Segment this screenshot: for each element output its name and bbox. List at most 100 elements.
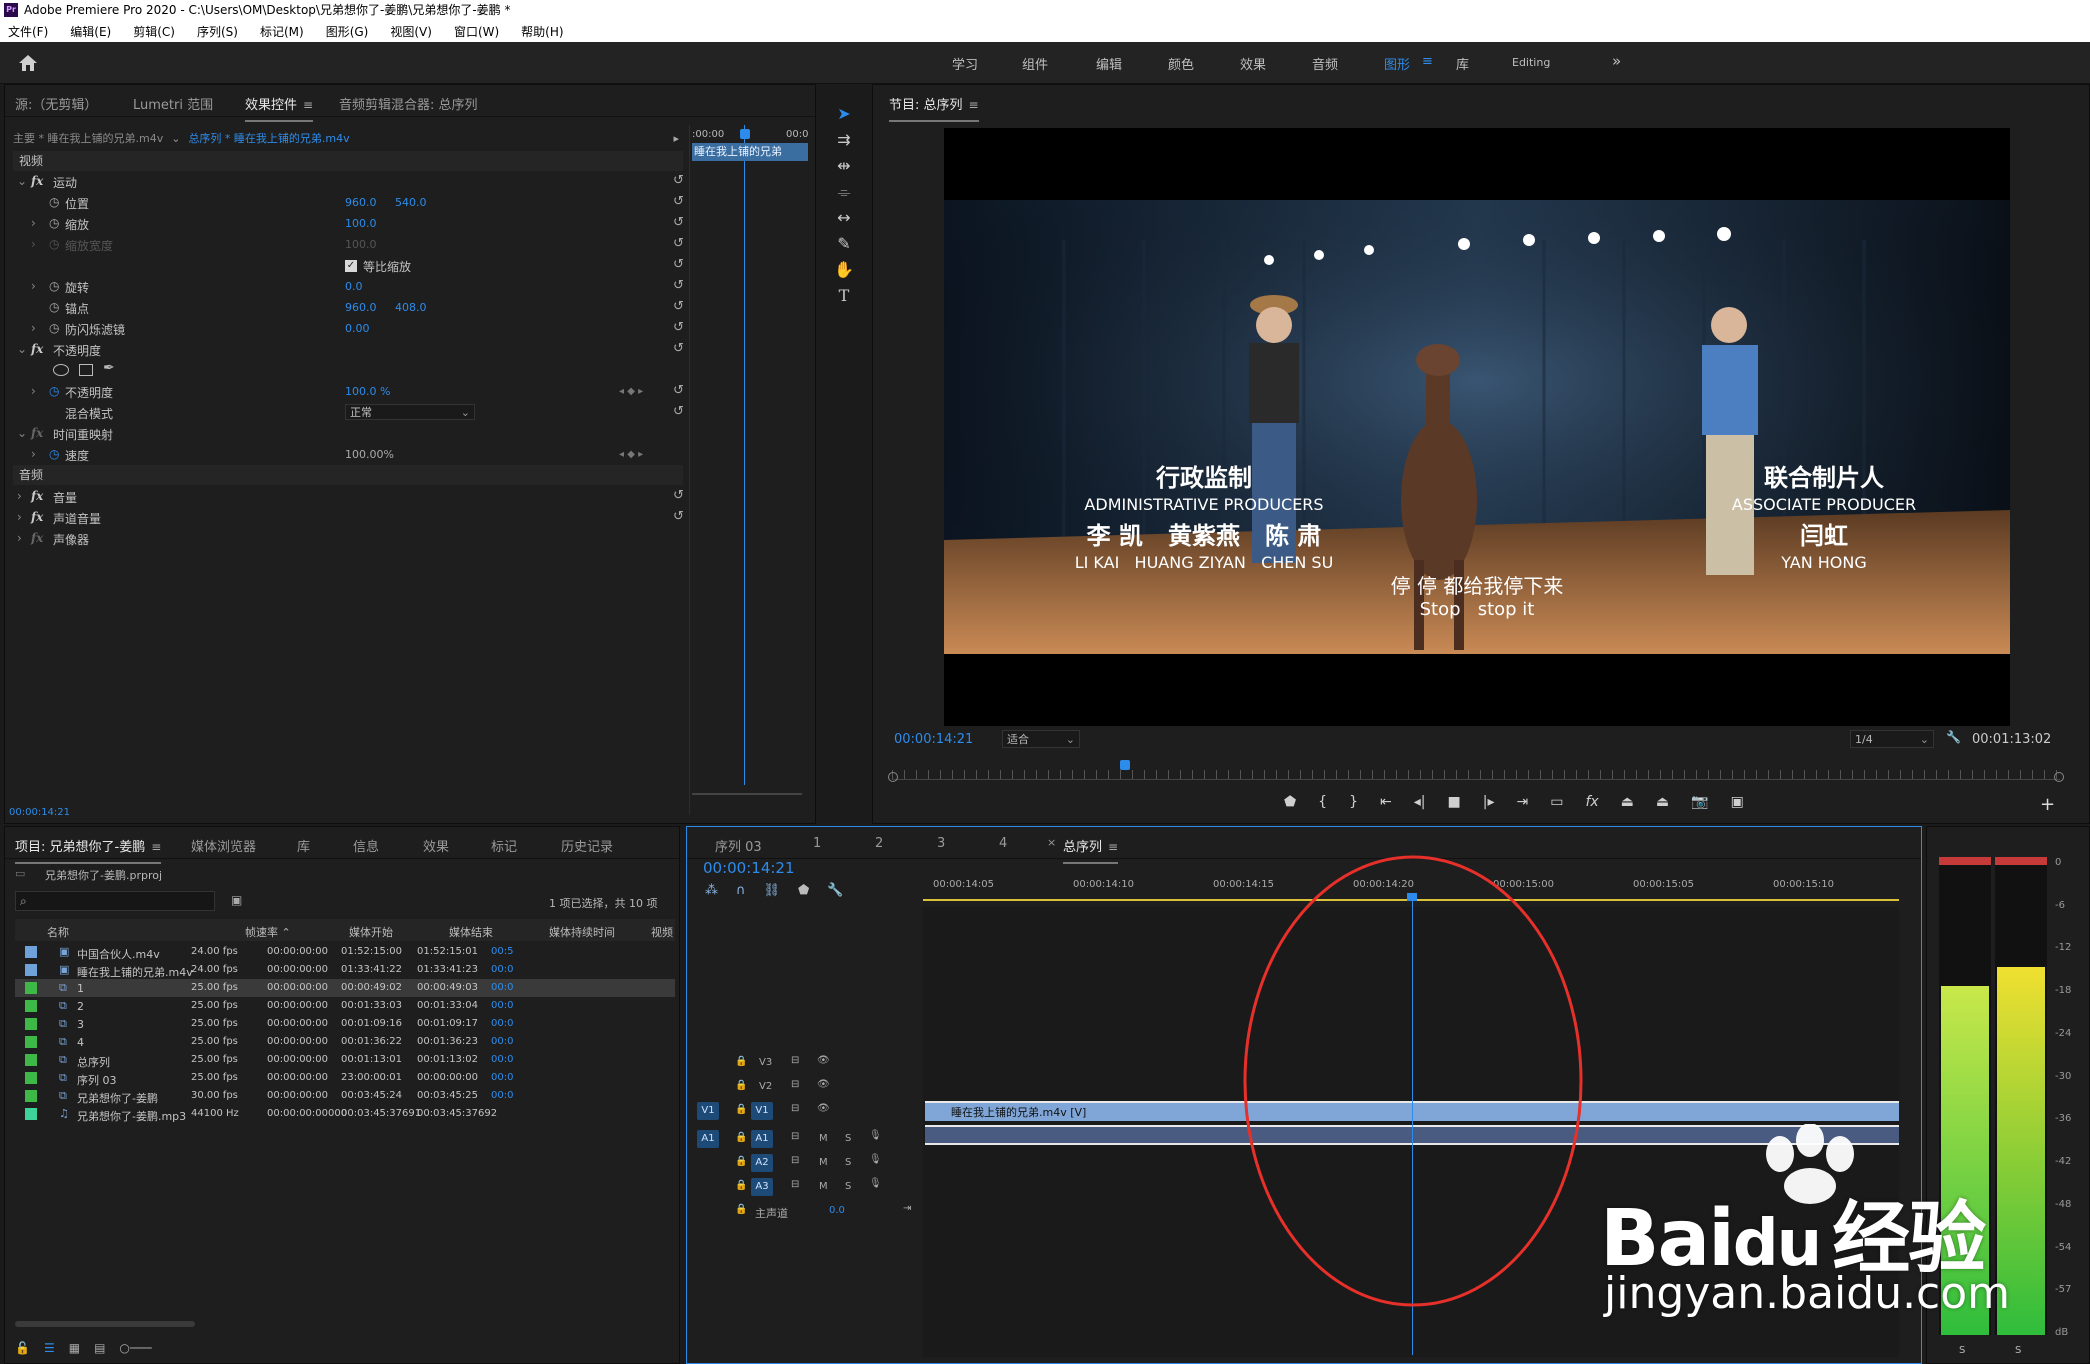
tab-media-browser[interactable]: 媒体浏览器 (191, 836, 256, 855)
fx-icon[interactable]: fx (31, 489, 43, 503)
volume-row[interactable]: › fx 音量 ↺ (13, 486, 684, 507)
menu-sequence[interactable]: 序列(S) (195, 23, 240, 40)
lock-icon[interactable]: 🔒 (735, 1056, 747, 1067)
label-color-swatch[interactable] (25, 1108, 37, 1120)
scale-row[interactable]: › ◷ 缩放 100.0 ↺ (13, 213, 684, 234)
more-workspaces-button[interactable]: » (1612, 52, 1621, 70)
stop-icon[interactable]: ■ (1448, 794, 1461, 810)
col-fps[interactable]: 帧速率 ⌃ (245, 924, 291, 940)
tab-effect-controls[interactable]: 效果控件 ≡ (245, 94, 314, 122)
menu-window[interactable]: 窗口(W) (452, 23, 501, 40)
snap-icon[interactable]: ∩ (736, 883, 746, 898)
pen-tool-icon[interactable]: ✎ (834, 234, 854, 254)
expand-icon[interactable]: › (31, 447, 36, 461)
stopwatch-icon[interactable]: ◷ (49, 384, 59, 398)
reset-icon[interactable]: ↺ (673, 383, 684, 398)
col-video[interactable]: 视频 (651, 924, 673, 940)
stopwatch-icon[interactable]: ◷ (49, 447, 59, 461)
icon-view-icon[interactable]: ▦ (69, 1341, 80, 1355)
solo-button[interactable]: S (845, 1181, 851, 1192)
col-media-start[interactable]: 媒体开始 (349, 924, 393, 940)
expand-icon[interactable]: › (31, 321, 36, 335)
reset-icon[interactable]: ↺ (673, 194, 684, 209)
menu-file[interactable]: 文件(F) (6, 23, 50, 40)
project-row[interactable]: ⧉ 兄弟想你了-姜鹏 30.00 fps 00:00:00:00 00:03:45:24… (15, 1087, 675, 1105)
home-icon[interactable] (18, 54, 38, 72)
mini-playhead-handle[interactable] (740, 129, 750, 139)
lock-icon[interactable]: 🔒 (735, 1180, 747, 1191)
tab-source[interactable]: 源:（无剪辑） (15, 94, 97, 113)
master-clip-label[interactable]: 主要 * 睡在我上铺的兄弟.m4v (13, 130, 163, 146)
position-x-value[interactable]: 960.0 (345, 196, 377, 209)
flicker-value[interactable]: 0.00 (345, 322, 370, 335)
tab-sequence-1[interactable]: 1 (813, 836, 821, 851)
pen-mask-icon[interactable]: ✒ (103, 360, 115, 376)
keyframe-nav-icon[interactable]: ◂ ◆ ▸ (619, 449, 643, 460)
step-forward-icon[interactable]: |▸ (1483, 794, 1495, 810)
workspace-menu-icon[interactable]: ≡ (1422, 54, 1433, 69)
mini-clip-bar[interactable]: 睡在我上铺的兄弟 (692, 143, 808, 161)
channel-volume-row[interactable]: › fx 声道音量 ↺ (13, 507, 684, 528)
ripple-edit-tool-icon[interactable]: ⇹ (834, 156, 854, 176)
resolution-select[interactable]: 1/4 ⌄ (1850, 730, 1934, 748)
reset-icon[interactable]: ↺ (673, 299, 684, 314)
hand-tool-icon[interactable]: ✋ (834, 260, 854, 280)
menu-edit[interactable]: 编辑(E) (68, 23, 113, 40)
workspace-color[interactable]: 颜色 (1168, 54, 1194, 73)
flicker-row[interactable]: › ◷ 防闪烁滤镜 0.00 ↺ (13, 318, 684, 339)
tab-effects[interactable]: 效果 (423, 836, 449, 855)
reset-icon[interactable]: ↺ (673, 173, 684, 188)
project-row[interactable]: ▣ 中国合伙人.m4v 24.00 fps 00:00:00:00 01:52:15:0… (15, 943, 675, 961)
menu-help[interactable]: 帮助(H) (519, 23, 565, 40)
add-button-icon[interactable]: + (2040, 794, 2055, 815)
slip-tool-icon[interactable]: ↔ (834, 208, 854, 228)
opacity-row[interactable]: › ◷ 不透明度 100.0 % ◂ ◆ ▸ ↺ (13, 381, 684, 402)
menu-clip[interactable]: 剪辑(C) (131, 23, 177, 40)
fx-icon[interactable]: fx (31, 510, 43, 524)
track-label[interactable]: V2 (759, 1081, 772, 1092)
list-view-icon[interactable]: ☰ (44, 1341, 55, 1355)
lock-icon[interactable]: 🔓 (15, 1341, 30, 1355)
stopwatch-icon[interactable]: ◷ (49, 216, 59, 230)
project-row[interactable]: ⧉ 4 25.00 fps 00:00:00:00 00:01:36:22 00:01:3… (15, 1033, 675, 1051)
workspace-effects[interactable]: 效果 (1240, 54, 1266, 73)
project-scrollbar[interactable] (15, 1321, 195, 1327)
sync-lock-icon[interactable]: ⊟ (791, 1079, 799, 1090)
tab-program[interactable]: 节目: 总序列 ≡ (889, 94, 979, 122)
label-color-swatch[interactable] (25, 1090, 37, 1102)
fx-icon[interactable]: fx (31, 342, 43, 356)
solo-button[interactable]: S (845, 1157, 851, 1168)
tab-audio-clip-mixer[interactable]: 音频剪辑混合器: 总序列 (339, 94, 478, 113)
tab-info[interactable]: 信息 (353, 836, 379, 855)
uniform-scale-checkbox[interactable]: ✓ (345, 260, 357, 272)
project-search-input[interactable]: ⌕ (15, 891, 215, 911)
project-row[interactable]: ⧉ 1 25.00 fps 00:00:00:00 00:00:49:02 00:00:4… (15, 979, 675, 997)
position-y-value[interactable]: 540.0 (395, 196, 427, 209)
timeline-timecode[interactable]: 00:00:14:21 (703, 859, 795, 877)
label-color-swatch[interactable] (25, 1000, 37, 1012)
anchor-y-value[interactable]: 408.0 (395, 301, 427, 314)
workspace-assembly[interactable]: 组件 (1022, 54, 1048, 73)
zoom-handle-left[interactable] (888, 772, 898, 782)
position-row[interactable]: ◷ 位置 960.0 540.0 ↺ (13, 192, 684, 213)
chevron-down-icon[interactable]: ⌄ (171, 132, 180, 145)
scale-value[interactable]: 100.0 (345, 217, 377, 230)
project-row[interactable]: ⧉ 序列 03 25.00 fps 00:00:00:00 23:00:00:01 00:… (15, 1069, 675, 1087)
speed-row[interactable]: › ◷ 速度 100.00% ◂ ◆ ▸ (13, 444, 683, 465)
expand-icon[interactable]: › (31, 216, 36, 230)
label-color-swatch[interactable] (25, 946, 37, 958)
track-select-tool-icon[interactable]: ⇉ (834, 130, 854, 150)
fx-icon[interactable]: fx (31, 174, 43, 188)
source-patch-v1[interactable]: V1 (697, 1102, 719, 1120)
tab-main-sequence[interactable]: 总序列 ≡ (1063, 836, 1119, 864)
time-remap-row[interactable]: ⌄ fx 时间重映射 (13, 423, 683, 444)
col-media-duration[interactable]: 媒体持续时间 (549, 924, 615, 940)
sync-lock-icon[interactable]: ⊟ (791, 1055, 799, 1066)
blend-mode-select[interactable]: 正常 ⌄ (345, 404, 475, 420)
lock-icon[interactable]: 🔒 (735, 1156, 747, 1167)
mini-timeline[interactable]: :00:00 00:0 睡在我上铺的兄弟 (689, 125, 809, 815)
menu-marker[interactable]: 标记(M) (258, 23, 306, 40)
lock-icon[interactable]: 🔒 (735, 1080, 747, 1091)
sync-lock-icon[interactable]: ⊟ (791, 1155, 799, 1166)
rotation-value[interactable]: 0.0 (345, 280, 363, 293)
